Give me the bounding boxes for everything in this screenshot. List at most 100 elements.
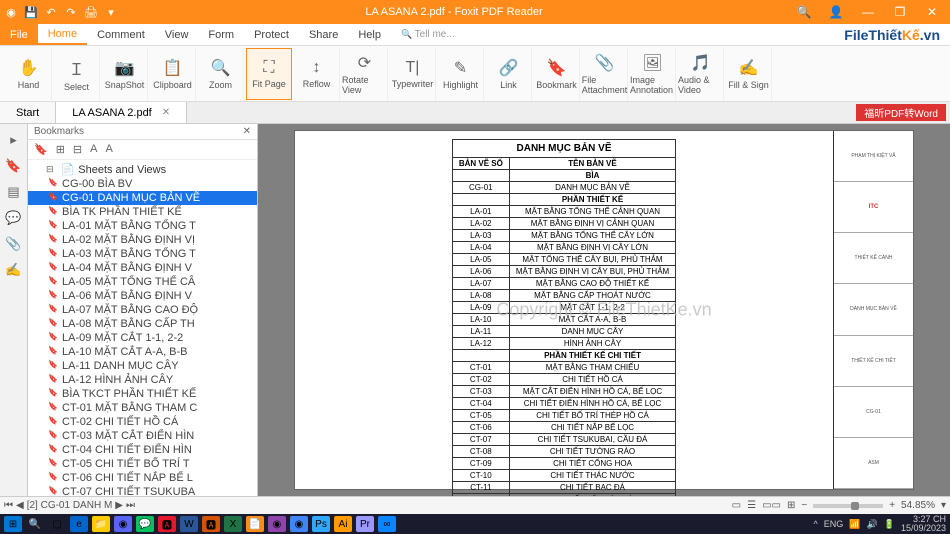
bookmark-item[interactable]: CT-04 CHI TIẾT ĐIỂN HÌN [28,443,257,457]
taskbar-taskview-icon[interactable]: ▢ [48,516,66,532]
document-viewport[interactable]: DANH MỤC BẢN VẼ BẢN VẼ SỐTÊN BẢN VẼ BÌAC… [258,124,950,496]
tray-volume-icon[interactable]: 🔊 [867,519,878,530]
menu-file[interactable]: File [0,24,38,45]
bm-tool-text2-icon[interactable]: A [105,143,112,156]
save-icon[interactable]: 💾 [24,5,38,19]
taskbar-app-5[interactable]: 🅰 [158,516,176,532]
bookmark-item[interactable]: LA-07 MẶT BẰNG CAO ĐỘ [28,303,257,317]
bookmark-item[interactable]: LA-03 MẶT BẰNG TỔNG T [28,247,257,261]
tool-clipboard[interactable]: 📋Clipboard [150,48,196,100]
last-page-button[interactable]: ⏭ [126,500,135,511]
start-button[interactable]: ⊞ [4,516,22,532]
taskbar-app-2[interactable]: 📁 [92,516,110,532]
qat-dropdown-icon[interactable]: ▾ [104,5,118,19]
bookmarks-tree[interactable]: 📄 Sheets and Views CG-00 BÌA BVCG-01 DAN… [28,160,257,496]
tool-fit-page[interactable]: ⛶Fit Page [246,48,292,100]
attachment-panel-icon[interactable]: 📎 [5,236,21,252]
redo-icon[interactable]: ↷ [64,5,78,19]
taskbar-app-9[interactable]: 📄 [246,516,264,532]
view-single-icon[interactable]: ▭ [732,500,741,511]
tool-typewriter[interactable]: T|Typewriter [390,48,436,100]
tool-highlight[interactable]: ✎Highlight [438,48,484,100]
tray-wifi-icon[interactable]: 📶 [849,519,860,530]
tray-battery-icon[interactable]: 🔋 [884,519,895,530]
bookmark-item[interactable]: CT-01 MẶT BẰNG THAM C [28,401,257,415]
taskbar-app-4[interactable]: 💬 [136,516,154,532]
bookmark-item[interactable]: LA-08 MẶT BẰNG CẤP TH [28,317,257,331]
taskbar-app-3[interactable]: ◉ [114,516,132,532]
restore-button[interactable]: ❐ [886,3,914,21]
tool-image-annotation[interactable]: 🖼Image Annotation [630,48,676,100]
zoom-out-button[interactable]: − [801,500,807,511]
zoom-in-button[interactable]: + [889,500,895,511]
menu-home[interactable]: Home [38,24,87,45]
comments-panel-icon[interactable]: 💬 [5,210,21,226]
bookmark-item[interactable]: LA-05 MẶT TỔNG THỂ CÂ [28,275,257,289]
tab-document[interactable]: LA ASANA 2.pdf✕ [56,102,187,123]
bm-tool-text-icon[interactable]: A [90,143,97,156]
bookmark-item[interactable]: CT-05 CHI TIẾT BỐ TRÍ T [28,457,257,471]
bookmark-item[interactable]: LA-01 MẶT BẰNG TỔNG T [28,219,257,233]
bookmark-item[interactable]: CT-03 MẶT CẮT ĐIỂN HÌN [28,429,257,443]
taskbar-app-14[interactable]: Pr [356,516,374,532]
taskbar-app-11[interactable]: ◉ [290,516,308,532]
tool-link[interactable]: 🔗Link [486,48,532,100]
bookmark-item[interactable]: LA-10 MẶT CẮT A-A, B-B [28,345,257,359]
bookmark-item[interactable]: LA-02 MẶT BẰNG ĐỊNH VỊ [28,233,257,247]
menu-help[interactable]: Help [348,24,391,45]
zoom-slider[interactable] [813,504,883,508]
bookmark-item[interactable]: LA-04 MẶT BẰNG ĐỊNH V [28,261,257,275]
taskbar-app-8[interactable]: X [224,516,242,532]
tool-zoom[interactable]: 🔍Zoom [198,48,244,100]
first-page-button[interactable]: ⏮ [4,500,13,511]
taskbar-app-1[interactable]: e [70,516,88,532]
tool-audio-video[interactable]: 🎵Audio & Video [678,48,724,100]
tool-fill-sign[interactable]: ✍Fill & Sign [726,48,772,100]
pdf-to-word-button[interactable]: 福昕PDF转Word [856,104,946,121]
page-indicator[interactable]: [2] CG-01 DANH M [27,500,113,511]
bm-tool-expand-icon[interactable]: ⊞ [56,143,65,156]
bookmark-item[interactable]: CT-07 CHI TIẾT TSUKUBA [28,485,257,496]
panel-close-icon[interactable]: ✕ [243,126,251,137]
bookmark-item[interactable]: LA-06 MẶT BẰNG ĐỊNH V [28,289,257,303]
bookmark-item[interactable]: LA-12 HÌNH ẢNH CÂY [28,373,257,387]
bookmark-item[interactable]: CT-02 CHI TIẾT HỒ CÁ [28,415,257,429]
view-continuous-facing-icon[interactable]: ⊞ [787,500,795,511]
menu-form[interactable]: Form [198,24,244,45]
bm-tool-new-icon[interactable]: 🔖 [34,143,48,156]
menu-share[interactable]: Share [299,24,348,45]
close-button[interactable]: ✕ [918,3,946,21]
tool-hand[interactable]: ✋Hand [6,48,52,100]
menu-view[interactable]: View [155,24,199,45]
taskbar-app-10[interactable]: ◉ [268,516,286,532]
tool-select[interactable]: ＩSelect [54,48,100,100]
view-facing-icon[interactable]: ▭▭ [762,500,781,511]
bookmark-item[interactable]: BÌA TK PHẦN THIẾT KẾ [28,205,257,219]
tool-snapshot[interactable]: 📷SnapShot [102,48,148,100]
signature-panel-icon[interactable]: ✍ [5,262,21,278]
bm-tool-collapse-icon[interactable]: ⊟ [73,143,82,156]
bookmark-item[interactable]: CT-06 CHI TIẾT NẮP BỂ L [28,471,257,485]
tool-file-attachment[interactable]: 📎File Attachment [582,48,628,100]
taskbar-app-13[interactable]: Ai [334,516,352,532]
taskbar-search-icon[interactable]: 🔍 [26,516,44,532]
bookmarks-root[interactable]: 📄 Sheets and Views [28,162,257,177]
tray-chevron-icon[interactable]: ^ [814,519,818,529]
bookmark-panel-icon[interactable]: 🔖 [5,158,21,174]
taskbar-app-7[interactable]: 🅰 [202,516,220,532]
next-page-button[interactable]: ▶ [115,500,123,511]
expand-panel-icon[interactable]: ▸ [10,132,17,148]
view-continuous-icon[interactable]: ☰ [747,500,756,511]
pages-panel-icon[interactable]: ▤ [7,184,19,200]
zoom-dropdown-icon[interactable]: ▾ [941,500,946,511]
minimize-button[interactable]: — [854,3,882,21]
user-icon[interactable]: 👤 [822,3,850,21]
bookmark-item[interactable]: LA-09 MẶT CẮT 1-1, 2-2 [28,331,257,345]
taskbar-app-12[interactable]: Ps [312,516,330,532]
tool-bookmark[interactable]: 🔖Bookmark [534,48,580,100]
menu-comment[interactable]: Comment [87,24,155,45]
search-icon[interactable]: 🔍 [790,3,818,21]
bookmark-item[interactable]: LA-11 DANH MỤC CÂY [28,359,257,373]
bookmark-item[interactable]: CG-00 BÌA BV [28,177,257,191]
tray-language[interactable]: ENG [824,519,844,529]
